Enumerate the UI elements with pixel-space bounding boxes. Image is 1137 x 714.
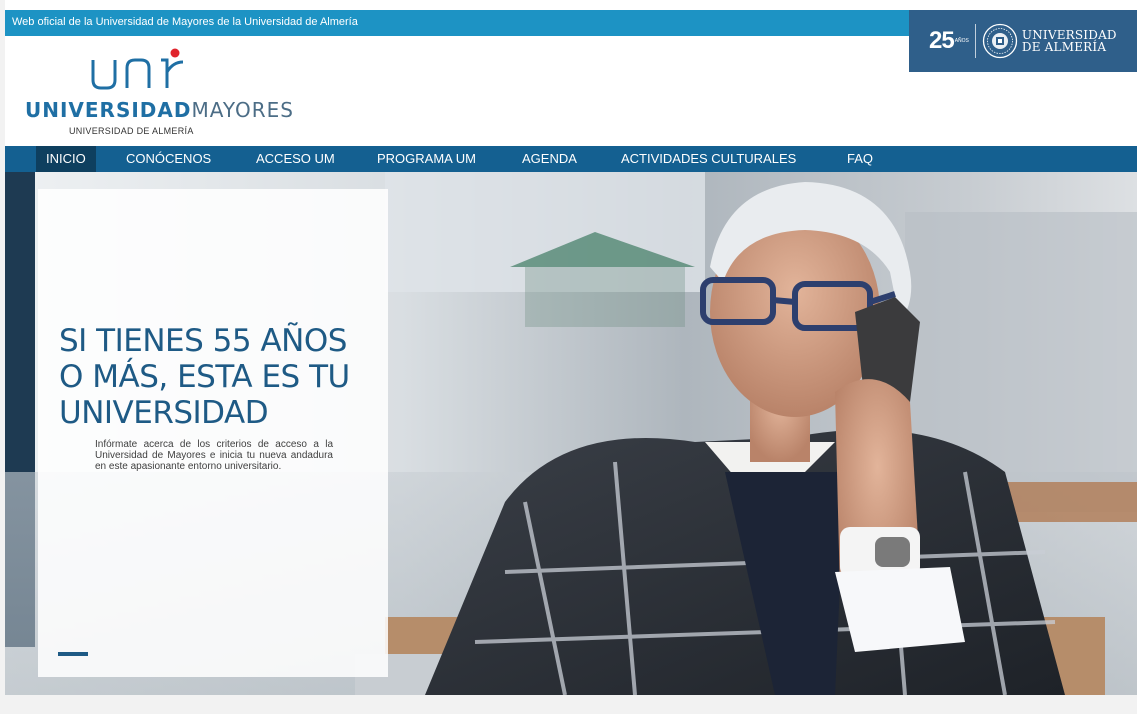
nav-item-acceso-um[interactable]: ACCESO UM	[246, 146, 345, 172]
nav-item-agenda[interactable]: AGENDA	[512, 146, 587, 172]
universidad-almeria-logo-link[interactable]: 25 AÑOS UNIVERSIDAD DE ALMERÍA	[909, 10, 1137, 72]
anniversary-number: 25	[929, 27, 955, 54]
badge-divider	[974, 24, 976, 58]
nav-item-actividades-culturales[interactable]: ACTIVIDADES CULTURALES	[611, 146, 806, 172]
logo-subtitle: UNIVERSIDAD DE ALMERÍA	[69, 126, 194, 136]
hero-title: SI TIENES 55 AÑOS O MÁS, ESTA ES TU UNIV…	[59, 322, 350, 431]
hero-description: Infórmate acerca de los criterios de acc…	[95, 439, 333, 472]
nav-item-faq[interactable]: FAQ	[837, 146, 883, 172]
content-strip	[5, 695, 1137, 714]
hero-text-card: SI TIENES 55 AÑOS O MÁS, ESTA ES TU UNIV…	[38, 189, 388, 677]
official-site-text: Web oficial de la Universidad de Mayores…	[12, 16, 358, 28]
main-navigation: INICIO CONÓCENOS ACCESO UM PROGRAMA UM A…	[5, 146, 1137, 172]
nav-item-inicio[interactable]: INICIO	[36, 146, 96, 172]
anniversary-25-badge: 25 AÑOS	[929, 27, 969, 55]
universidad-mayores-wordmark: UNIVERSIDADMAYORES	[25, 98, 294, 122]
nav-item-programa-um[interactable]: PROGRAMA UM	[367, 146, 486, 172]
slide-indicator[interactable]	[58, 652, 88, 656]
hero-banner: SI TIENES 55 AÑOS O MÁS, ESTA ES TU UNIV…	[5, 172, 1137, 695]
anniversary-years-label: AÑOS	[954, 38, 969, 44]
nav-item-conocenos[interactable]: CONÓCENOS	[116, 146, 221, 172]
unir-logo-link[interactable]: UNIVERSIDADMAYORES UNIVERSIDAD DE ALMERÍ…	[25, 48, 293, 138]
ual-name: UNIVERSIDAD DE ALMERÍA	[1021, 28, 1117, 54]
university-seal-icon	[982, 23, 1018, 59]
unir-logo-mark-icon	[91, 48, 184, 90]
